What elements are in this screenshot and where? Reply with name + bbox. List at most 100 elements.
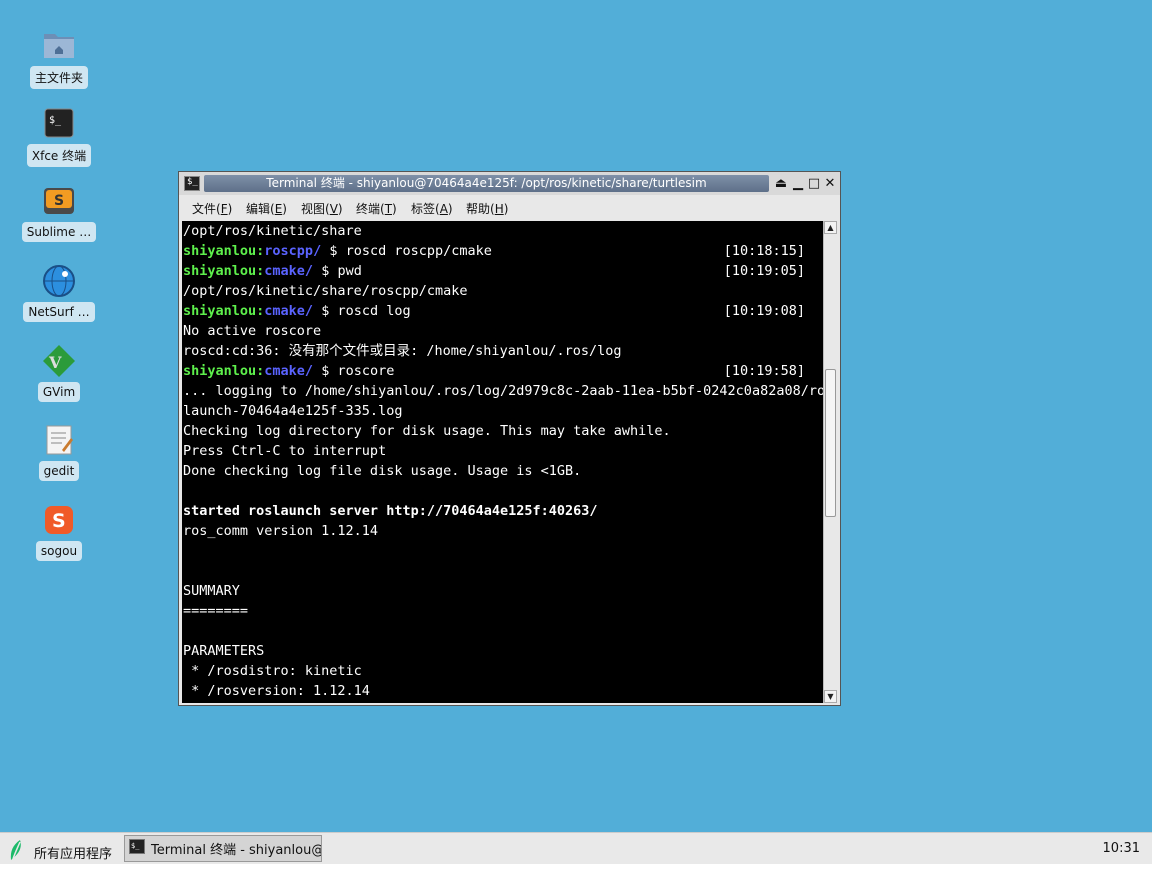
window-menu-icon[interactable]: $_ [184, 176, 200, 191]
prompt-directory: cmake/ [264, 363, 314, 379]
sogou-icon: S [42, 503, 76, 537]
menu-terminal-end: ) [392, 202, 397, 216]
terminal-line: shiyanlou:cmake/ $ pwd [10:19:05] [183, 261, 813, 281]
prompt-directory: roscpp/ [264, 243, 322, 259]
desktop-icon-gvim[interactable]: V GVim [20, 344, 98, 402]
output-text: launch-70464a4e125f-335.log [183, 403, 403, 419]
output-text: * /rosversion: 1.12.14 [183, 683, 370, 699]
menu-tabs[interactable]: 标签(A) [411, 200, 453, 217]
app-menu-leaf-icon [8, 839, 26, 865]
terminal-line: /opt/ros/kinetic/share [183, 221, 813, 241]
desktop-icon-label: 主文件夹 [29, 66, 88, 89]
command-text: $ roscore [313, 363, 395, 379]
menu-view-end: ) [337, 202, 343, 216]
menu-edit-label: 编辑( [246, 202, 275, 216]
prompt-user: shiyanlou [183, 303, 257, 319]
menu-edit-end: ) [282, 202, 287, 216]
output-text: ros_comm version 1.12.14 [183, 523, 379, 539]
desktop-icon-label: Sublime … [21, 222, 97, 242]
desktop-icon-gedit[interactable]: gedit [20, 423, 98, 481]
menu-file-end: ) [227, 202, 233, 216]
desktop-icon-sublime[interactable]: S Sublime … [20, 184, 98, 242]
menu-terminal[interactable]: 终端(T) [356, 200, 397, 217]
timestamp: [10:19:05] [723, 263, 805, 279]
menu-help-end: ) [503, 202, 509, 216]
output-text: PARAMETERS [183, 643, 265, 659]
sublime-icon: S [42, 184, 76, 218]
desktop-icon-netsurf[interactable]: NetSurf … [20, 264, 98, 322]
desktop-icon-sogou[interactable]: S sogou [20, 503, 98, 561]
gedit-icon [42, 423, 76, 457]
output-text: * /rosdistro: kinetic [183, 663, 362, 679]
terminal-line: Checking log directory for disk usage. T… [183, 421, 813, 441]
timestamp: [10:19:08] [723, 303, 805, 319]
desktop-icon-label: sogou [35, 541, 83, 561]
terminal-window[interactable]: $_ Terminal 终端 - shiyanlou@70464a4e125f:… [178, 171, 841, 706]
terminal-line: shiyanlou:cmake/ $ roscd log [10:19:08] [183, 301, 813, 321]
terminal-line: No active roscore [183, 321, 813, 341]
prompt-user: shiyanlou [183, 243, 257, 259]
menu-tabs-label: 标签( [411, 202, 440, 216]
output-text: Done checking log file disk usage. Usage… [183, 463, 582, 479]
home-folder-icon [42, 28, 76, 62]
menu-terminal-label: 终端( [356, 202, 385, 216]
terminal-icon: $_ [129, 839, 145, 858]
output-text: roscd:cd:36: 没有那个文件或目录: /home/shiyanlou/… [183, 343, 622, 359]
command-text: $ pwd [313, 263, 362, 279]
terminal-line: * /rosdistro: kinetic [183, 661, 813, 681]
menu-tabs-key: A [439, 202, 448, 216]
terminal-output[interactable]: /opt/ros/kinetic/share shiyanlou:roscpp/ … [182, 221, 824, 703]
roll-up-icon[interactable]: ⏏ [773, 175, 789, 192]
terminal-line: shiyanlou:cmake/ $ roscore [10:19:58] [183, 361, 813, 381]
menu-edit[interactable]: 编辑(E) [246, 200, 287, 217]
output-text: started roslaunch server http://70464a4e… [183, 503, 598, 519]
taskbar-terminal-button[interactable]: $_ Terminal 终端 - shiyanlou@… [124, 835, 322, 862]
command-text: $ roscd log [313, 303, 411, 319]
menu-bar: 文件(F) 编辑(E) 视图(V) 终端(T) 标签(A) 帮助(H) [179, 195, 840, 220]
terminal-line: launch-70464a4e125f-335.log [183, 401, 813, 421]
timestamp: [10:19:58] [723, 363, 805, 379]
scroll-down-icon[interactable]: ▼ [824, 690, 837, 703]
output-text: No active roscore [183, 323, 322, 339]
applications-menu-button[interactable]: 所有应用程序 [8, 839, 112, 865]
vertical-scrollbar[interactable]: ▲ ▼ [823, 221, 837, 703]
svg-text:$_: $_ [131, 842, 140, 850]
timestamp: [10:18:15] [723, 243, 805, 259]
desktop-icon-terminal[interactable]: $_ Xfce 终端 [20, 106, 98, 167]
output-text: ... logging to /home/shiyanlou/.ros/log/… [183, 383, 824, 399]
command-text: $ roscd roscpp/cmake [321, 243, 492, 259]
menu-view[interactable]: 视图(V) [301, 200, 343, 217]
scroll-thumb[interactable] [825, 369, 836, 517]
terminal-line: started roslaunch server http://70464a4e… [183, 501, 813, 521]
menu-file[interactable]: 文件(F) [192, 200, 232, 217]
svg-text:S: S [54, 193, 64, 209]
prompt-directory: cmake/ [264, 263, 314, 279]
terminal-icon: $_ [42, 106, 76, 140]
minimize-icon[interactable]: ▁ [790, 175, 806, 192]
menu-view-label: 视图( [301, 202, 330, 216]
window-title: Terminal 终端 - shiyanlou@70464a4e125f: /o… [204, 175, 769, 192]
applications-menu-label: 所有应用程序 [34, 846, 113, 862]
close-icon[interactable]: ✕ [822, 175, 838, 192]
desktop-icon-home[interactable]: 主文件夹 [20, 28, 98, 89]
maximize-icon[interactable]: □ [806, 175, 822, 192]
desktop-icon-label: GVim [37, 382, 81, 402]
title-bar[interactable]: $_ Terminal 终端 - shiyanlou@70464a4e125f:… [179, 172, 840, 196]
terminal-line: SUMMARY [183, 581, 813, 601]
menu-file-key: F [220, 202, 228, 216]
menu-terminal-key: T [384, 202, 393, 216]
terminal-line: Press Ctrl-C to interrupt [183, 441, 813, 461]
taskbar: 所有应用程序 $_ Terminal 终端 - shiyanlou@… 10:3… [0, 832, 1152, 865]
menu-view-key: V [329, 202, 338, 216]
output-text: /opt/ros/kinetic/share [183, 223, 362, 239]
output-text: SUMMARY [183, 583, 240, 599]
svg-text:$_: $_ [49, 115, 62, 126]
scroll-up-icon[interactable]: ▲ [824, 221, 837, 234]
output-text: ======== [183, 603, 249, 619]
menu-help[interactable]: 帮助(H) [466, 200, 508, 217]
terminal-line: /opt/ros/kinetic/share/roscpp/cmake [183, 281, 813, 301]
desktop-icon-label: NetSurf … [23, 302, 95, 322]
